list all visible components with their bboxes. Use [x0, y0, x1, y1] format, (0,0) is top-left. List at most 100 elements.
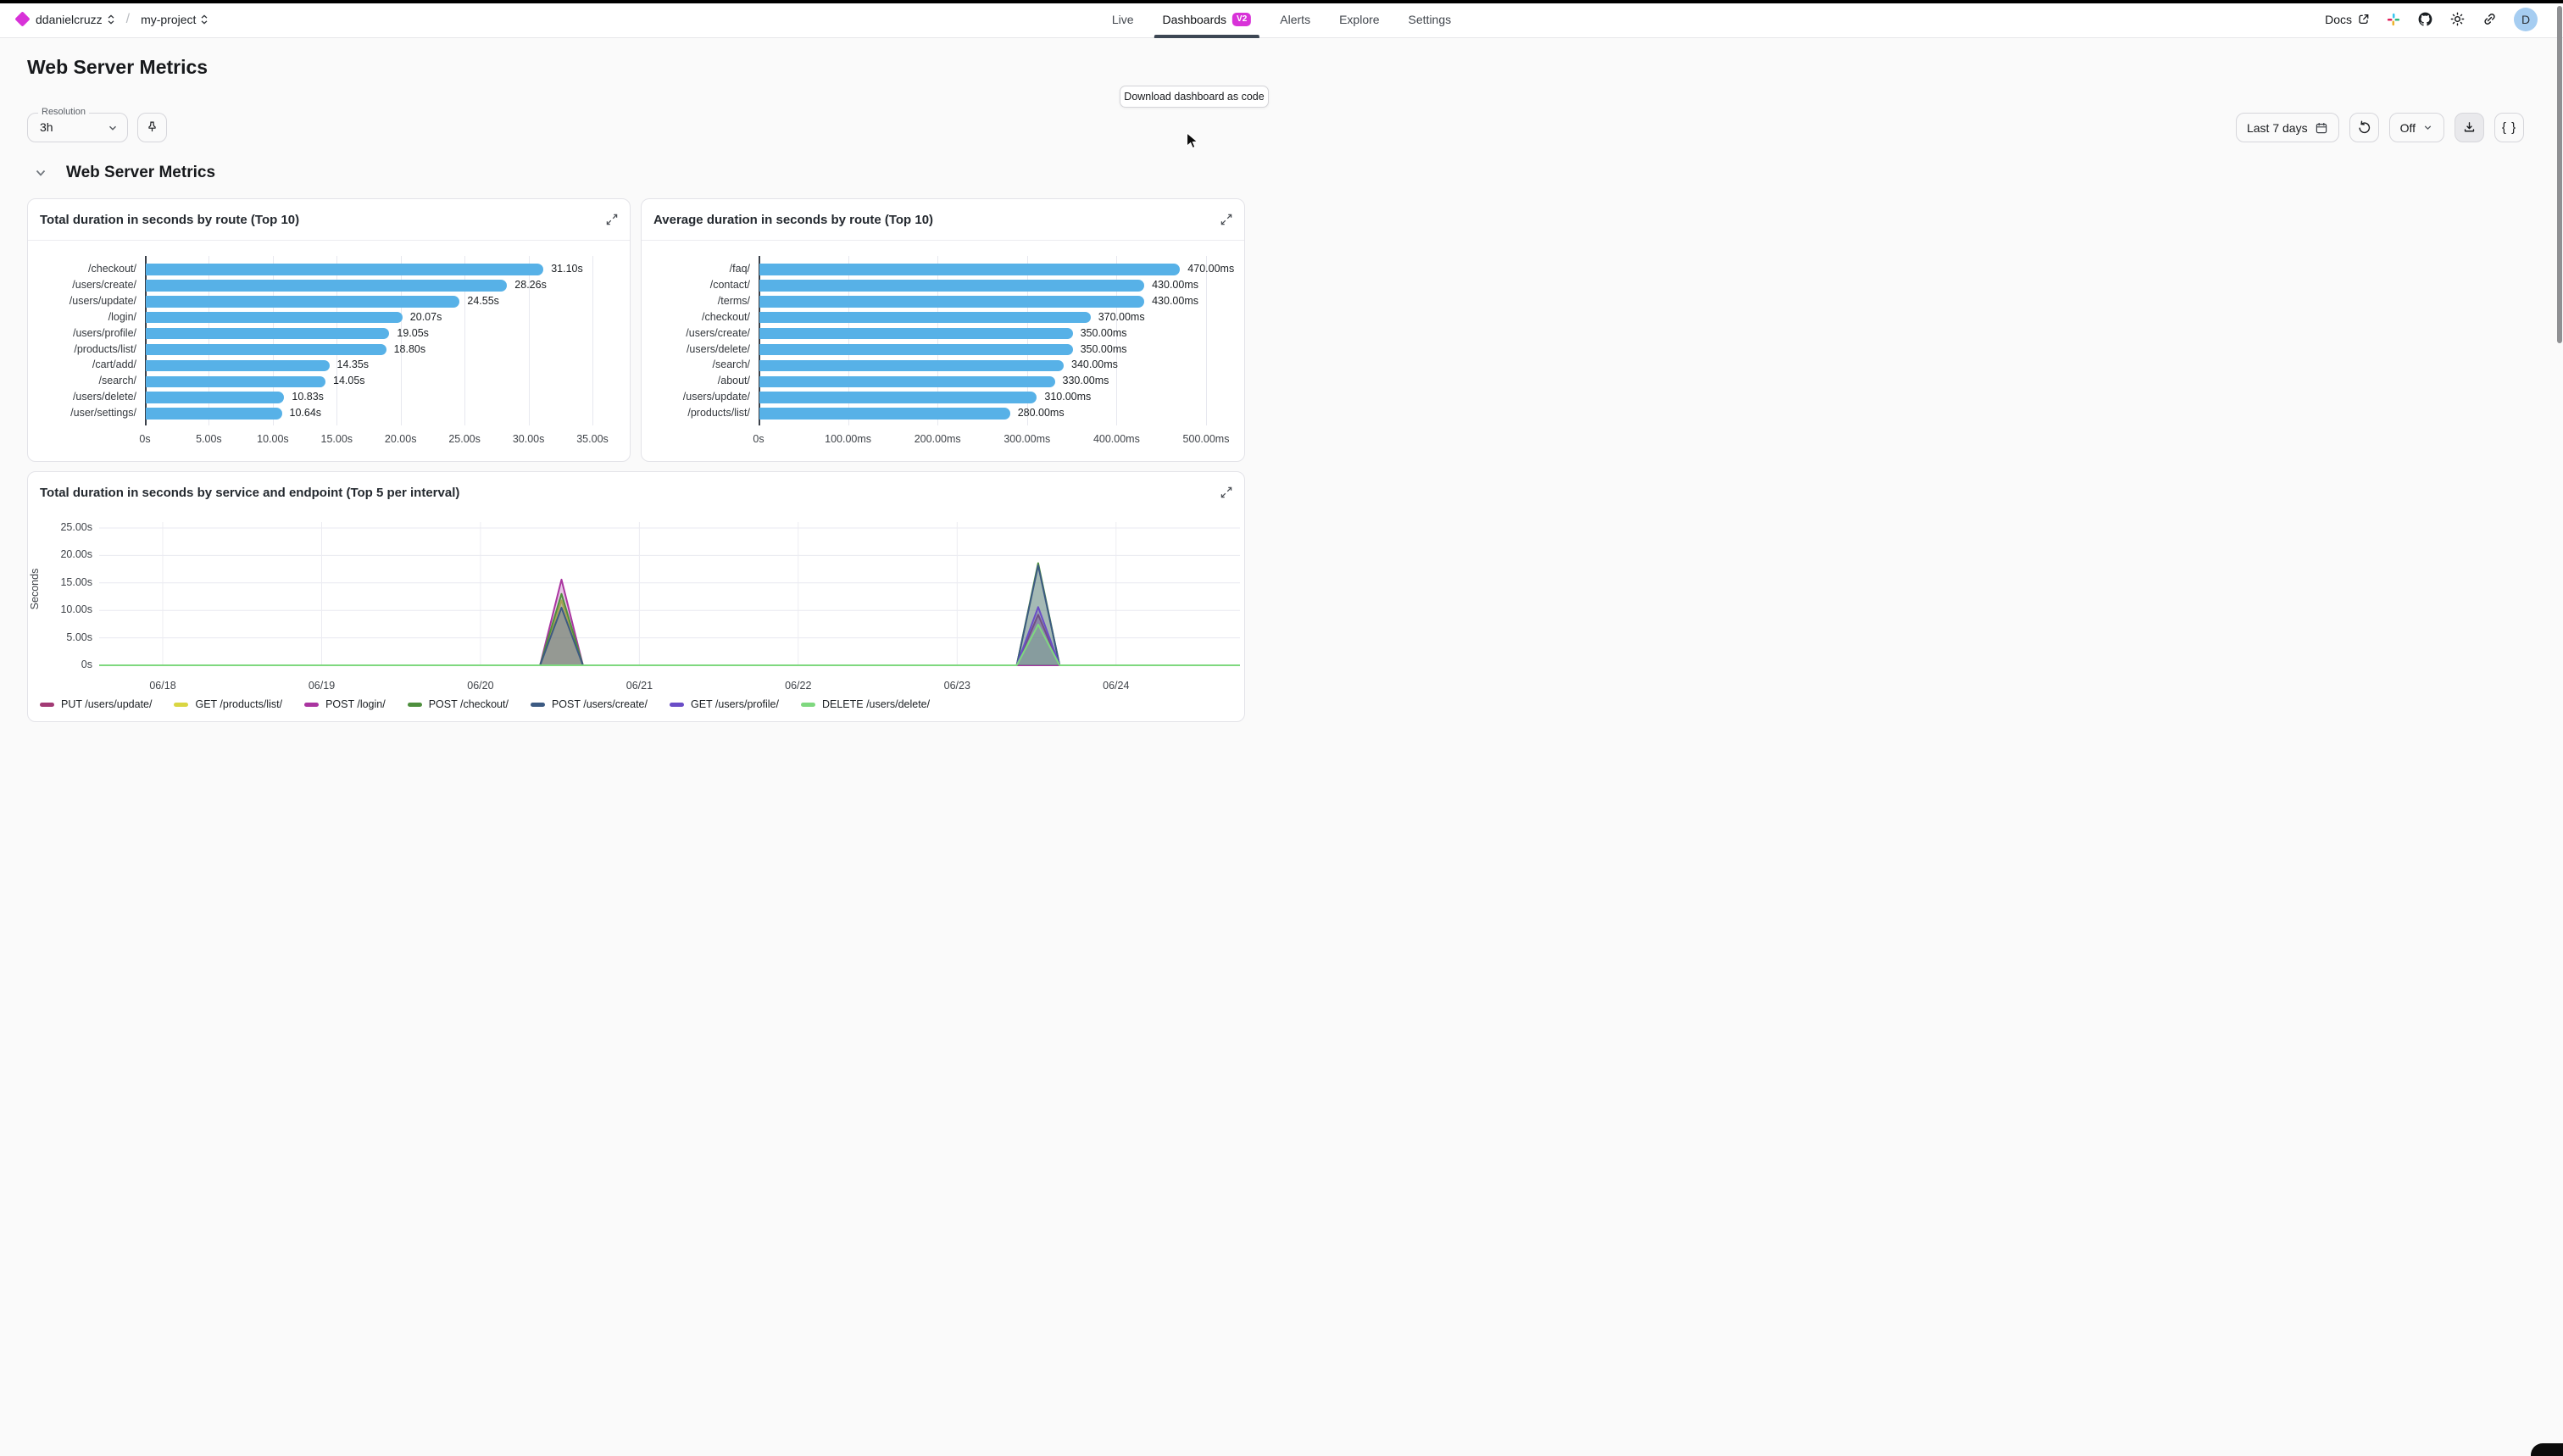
bar[interactable]	[759, 312, 1091, 324]
chevron-down-icon	[2422, 122, 2433, 133]
legend-item[interactable]: PUT /users/update/	[40, 698, 152, 710]
expand-icon[interactable]	[1220, 213, 1233, 226]
bar[interactable]	[146, 376, 325, 388]
bar-value: 20.07s	[410, 311, 442, 323]
project-name: my-project	[141, 13, 196, 26]
docs-link[interactable]: Docs	[2325, 13, 2370, 26]
braces-icon: { }	[2502, 120, 2516, 135]
bar[interactable]	[146, 360, 330, 372]
bar[interactable]	[759, 344, 1073, 356]
download-dashboard-button[interactable]	[2455, 113, 2484, 142]
bar-row-label: /about/	[642, 375, 750, 386]
bar[interactable]	[759, 264, 1180, 275]
expand-icon[interactable]	[1220, 486, 1233, 499]
axis-tick-label: 0s	[725, 433, 792, 445]
org-switcher[interactable]: ddanielcruzz	[36, 13, 115, 26]
bar[interactable]	[146, 408, 282, 420]
grid-line	[1206, 256, 1207, 425]
slack-icon	[2386, 12, 2401, 27]
nav-tab-explore[interactable]: Explore	[1331, 0, 1387, 38]
bar[interactable]	[759, 376, 1055, 388]
chevron-down-icon	[107, 122, 119, 134]
axis-tick-label: 400.00ms	[1082, 433, 1150, 445]
org-name: ddanielcruzz	[36, 13, 103, 26]
github-button[interactable]	[2417, 11, 2433, 27]
axis-tick-label: 500.00ms	[1172, 433, 1240, 445]
nav-tab-live[interactable]: Live	[1104, 0, 1143, 38]
refresh-button[interactable]	[2349, 113, 2379, 142]
legend-item[interactable]: GET /users/profile/	[670, 698, 779, 710]
panel-header: Total duration in seconds by service and…	[28, 472, 1244, 514]
bar[interactable]	[759, 280, 1144, 292]
bar-row-label: /checkout/	[28, 263, 136, 275]
bar[interactable]	[146, 264, 543, 275]
timeseries-plot[interactable]	[99, 515, 1240, 666]
series-area	[99, 625, 1240, 665]
legend-item[interactable]: POST /checkout/	[408, 698, 509, 710]
auto-refresh-select[interactable]: Off	[2389, 113, 2444, 142]
x-tick-label: 06/18	[129, 680, 197, 692]
section-header[interactable]: Web Server Metrics	[34, 164, 215, 182]
legend-label: POST /login/	[325, 698, 386, 710]
bar[interactable]	[146, 312, 403, 324]
share-link-button[interactable]	[2482, 11, 2498, 27]
axis-tick-label: 10.00s	[239, 433, 307, 445]
avatar[interactable]: D	[2514, 8, 2538, 31]
bar[interactable]	[146, 280, 507, 292]
bar-row-label: /users/profile/	[28, 327, 136, 339]
bar-value: 14.05s	[333, 375, 365, 386]
legend-label: GET /products/list/	[195, 698, 282, 710]
legend-item[interactable]: POST /users/create/	[531, 698, 648, 710]
legend-swatch	[801, 703, 815, 707]
bar[interactable]	[146, 296, 459, 308]
series-area	[99, 614, 1240, 665]
bar[interactable]	[759, 392, 1037, 403]
axis-tick-label: 200.00ms	[903, 433, 971, 445]
project-switcher[interactable]: my-project	[141, 13, 208, 26]
bar[interactable]	[759, 328, 1073, 340]
nav-tab-dashboards[interactable]: Dashboards V2	[1154, 0, 1260, 38]
expand-icon[interactable]	[605, 213, 619, 226]
pin-button[interactable]	[137, 113, 167, 142]
bar[interactable]	[759, 360, 1064, 372]
legend-label: DELETE /users/delete/	[822, 698, 930, 710]
chat-bubble-button[interactable]	[2531, 1443, 2563, 1456]
bar[interactable]	[759, 408, 1010, 420]
bar[interactable]	[146, 392, 284, 403]
x-tick-label: 06/19	[288, 680, 356, 692]
resolution-select[interactable]: Resolution 3h	[27, 113, 128, 142]
code-view-button[interactable]: { }	[2494, 113, 2524, 142]
bar[interactable]	[759, 296, 1144, 308]
axis-tick-label: 20.00s	[367, 433, 435, 445]
legend-item[interactable]: DELETE /users/delete/	[801, 698, 930, 710]
series-area	[99, 607, 1240, 665]
legend-label: POST /checkout/	[429, 698, 509, 710]
theme-toggle[interactable]	[2449, 11, 2466, 27]
bar[interactable]	[146, 328, 389, 340]
bar-value: 10.64s	[290, 407, 322, 419]
bar-value: 31.10s	[551, 263, 583, 275]
bar-value: 10.83s	[292, 391, 324, 403]
window-top-strip	[0, 0, 2563, 3]
slack-button[interactable]	[2386, 12, 2401, 27]
bar-value: 470.00ms	[1187, 263, 1234, 275]
bar[interactable]	[146, 344, 386, 356]
x-tick-label: 06/21	[605, 680, 673, 692]
bar-row-label: /contact/	[642, 279, 750, 291]
bar-value: 14.35s	[337, 358, 370, 370]
chevron-updown-icon	[107, 14, 115, 25]
y-axis-title: Seconds	[29, 530, 41, 648]
series-line	[99, 607, 1240, 665]
brand-logo-icon[interactable]	[14, 11, 30, 26]
nav-tab-alerts[interactable]: Alerts	[1271, 0, 1319, 38]
calendar-icon	[2315, 121, 2328, 135]
nav-tab-settings[interactable]: Settings	[1400, 0, 1460, 38]
series-area	[99, 580, 1240, 665]
legend-item[interactable]: GET /products/list/	[174, 698, 282, 710]
legend-swatch	[408, 703, 422, 707]
scrollbar-thumb[interactable]	[2557, 6, 2562, 343]
axis-tick-label: 35.00s	[559, 433, 626, 445]
time-range-button[interactable]: Last 7 days	[2236, 113, 2339, 142]
link-icon	[2482, 11, 2498, 27]
legend-item[interactable]: POST /login/	[304, 698, 386, 710]
